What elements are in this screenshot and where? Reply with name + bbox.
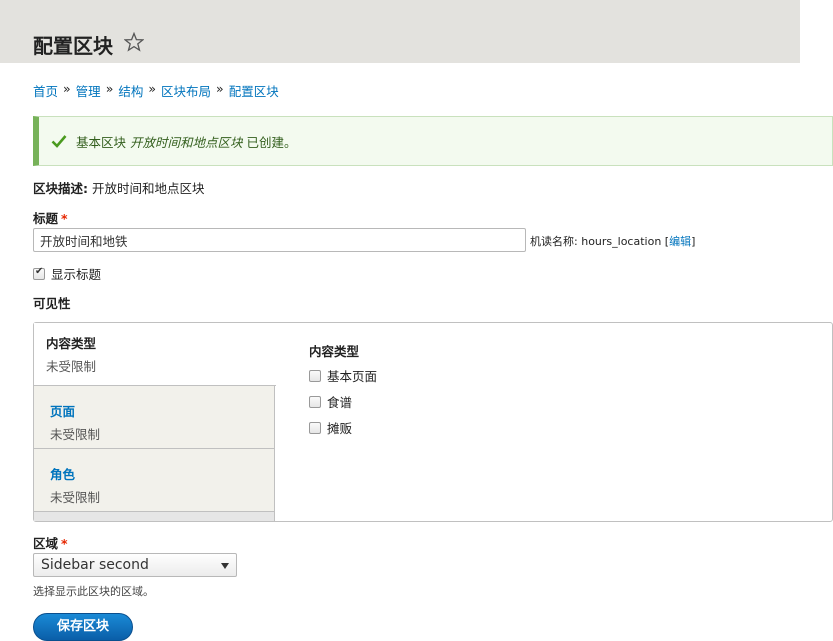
- tab-pages-title: 页面: [50, 404, 76, 419]
- required-marker: *: [61, 211, 68, 226]
- breadcrumb: 首页 » 管理 » 结构 » 区块布局 » 配置区块: [33, 81, 279, 100]
- status-prefix: 基本区块: [76, 134, 127, 150]
- description-label: 区块描述:: [33, 181, 88, 196]
- tab-roles-title: 角色: [50, 467, 76, 482]
- breadcrumb-separator: »: [105, 81, 114, 96]
- region-label-text: 区域: [33, 536, 59, 551]
- tab-content-types-summary: 未受限制: [46, 359, 97, 374]
- region-help-text: 选择显示此区块的区域。: [33, 585, 154, 598]
- recipe-checkbox[interactable]: [309, 395, 321, 408]
- tab-roles[interactable]: 角色 未受限制: [34, 449, 275, 512]
- show-title-checkbox[interactable]: [33, 266, 45, 280]
- checkmark-icon: [51, 135, 67, 148]
- tab-roles-summary: 未受限制: [50, 490, 101, 505]
- option-label: 摊贩: [327, 421, 353, 436]
- machine-name-value: hours_location: [581, 235, 662, 248]
- basic-page-checkbox[interactable]: [309, 369, 321, 382]
- star-icon[interactable]: [124, 32, 144, 52]
- status-suffix: 已创建。: [246, 134, 297, 150]
- breadcrumb-separator: »: [148, 81, 157, 96]
- page-title: 配置区块: [33, 34, 113, 58]
- vendor-checkbox[interactable]: [309, 421, 321, 434]
- option-label: 基本页面: [327, 369, 378, 384]
- option-vendor[interactable]: 摊贩: [309, 418, 377, 437]
- pane-title: 内容类型: [309, 344, 360, 359]
- region-select[interactable]: Sidebar second: [33, 553, 237, 577]
- visibility-heading: 可见性: [33, 296, 71, 311]
- breadcrumb-separator: »: [63, 81, 71, 96]
- option-label: 食谱: [327, 395, 353, 410]
- required-marker: *: [61, 536, 68, 551]
- show-title-option[interactable]: 显示标题: [33, 264, 101, 283]
- dropdown-arrow-icon: [221, 563, 229, 569]
- breadcrumb-configure-block[interactable]: 配置区块: [229, 81, 279, 100]
- tab-pages-summary: 未受限制: [50, 427, 101, 442]
- region-selected-value: Sidebar second: [41, 557, 149, 573]
- machine-name-label: 机读名称:: [530, 235, 578, 248]
- visibility-vertical-tabs: 内容类型 未受限制 页面 未受限制 角色 未受限制 内容类型 基本页面 食谱 摊…: [33, 322, 833, 522]
- tab-pages[interactable]: 页面 未受限制: [34, 386, 275, 449]
- page-header: 配置区块: [0, 0, 800, 63]
- vertical-tabs-menu: 内容类型 未受限制 页面 未受限制 角色 未受限制: [34, 323, 276, 521]
- title-label-text: 标题: [33, 211, 59, 226]
- option-basic-page[interactable]: 基本页面: [309, 366, 377, 385]
- content-types-pane: 内容类型 基本页面 食谱 摊贩: [309, 341, 377, 444]
- machine-name: 机读名称: hours_location [编辑]: [530, 235, 696, 248]
- show-title-label: 显示标题: [51, 267, 102, 282]
- description-value: 开放时间和地点区块: [91, 181, 205, 196]
- option-recipe[interactable]: 食谱: [309, 392, 377, 411]
- title-input[interactable]: [33, 228, 526, 252]
- status-block-name: 开放时间和地点区块: [130, 134, 243, 150]
- region-label: 区域 *: [33, 533, 68, 552]
- tab-content-types-title: 内容类型: [46, 336, 97, 351]
- title-label: 标题 *: [33, 208, 68, 227]
- save-block-button[interactable]: 保存区块: [33, 613, 133, 641]
- breadcrumb-structure[interactable]: 结构: [118, 81, 143, 100]
- breadcrumb-block-layout[interactable]: 区块布局: [161, 81, 211, 100]
- breadcrumb-admin[interactable]: 管理: [76, 81, 101, 100]
- breadcrumb-home[interactable]: 首页: [33, 81, 58, 100]
- block-description: 区块描述: 开放时间和地点区块: [33, 178, 205, 197]
- tab-content-types[interactable]: 内容类型 未受限制: [34, 323, 276, 386]
- breadcrumb-separator: »: [216, 81, 224, 96]
- status-message: 基本区块 开放时间和地点区块 已创建。: [33, 116, 833, 166]
- machine-name-edit-link[interactable]: 编辑: [669, 235, 691, 248]
